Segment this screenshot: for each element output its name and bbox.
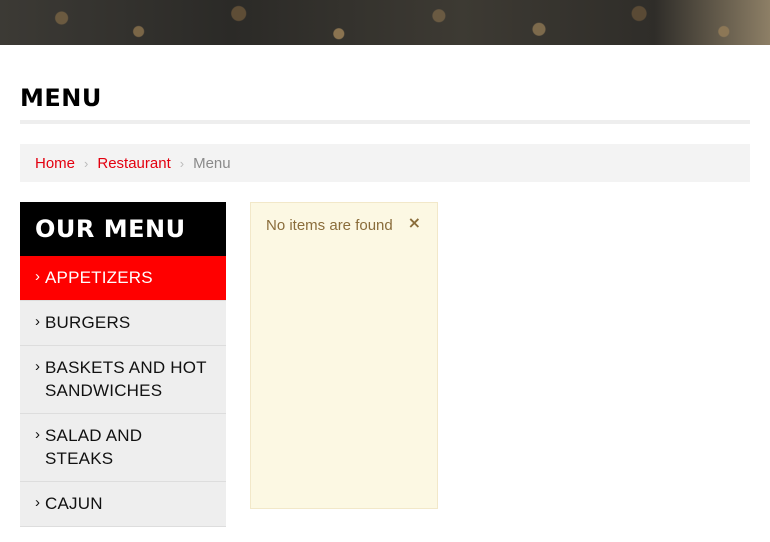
menu-item-cajun[interactable]: › CAJUN bbox=[20, 482, 226, 527]
sidebar-heading: OUR MENU bbox=[35, 215, 186, 243]
chevron-right-icon: › bbox=[35, 494, 40, 511]
menu-item-label: APPETIZERS bbox=[45, 268, 153, 287]
breadcrumb-home-link[interactable]: Home bbox=[35, 155, 75, 172]
menu-item-burgers[interactable]: › BURGERS bbox=[20, 301, 226, 346]
menu-item-baskets-and-hot-sandwiches[interactable]: › BASKETS AND HOT SANDWICHES bbox=[20, 346, 226, 414]
breadcrumb-restaurant-link[interactable]: Restaurant bbox=[97, 155, 170, 172]
menu-item-label: BASKETS AND HOT SANDWICHES bbox=[45, 358, 207, 400]
breadcrumb-current: Menu bbox=[193, 154, 231, 172]
menu-category-list: › APPETIZERS › BURGERS › BASKETS AND HOT… bbox=[20, 256, 226, 527]
menu-item-salad-and-steaks[interactable]: › SALAD AND STEAKS bbox=[20, 414, 226, 482]
sidebar-header: OUR MENU bbox=[20, 202, 226, 256]
alert-message: No items are found bbox=[266, 217, 393, 234]
menu-item-label: BURGERS bbox=[45, 313, 131, 332]
menu-sidebar: OUR MENU › APPETIZERS › BURGERS › BASKET… bbox=[20, 202, 226, 527]
menu-item-label: CAJUN bbox=[45, 494, 103, 513]
breadcrumb-separator: › bbox=[84, 155, 89, 171]
chevron-right-icon: › bbox=[35, 313, 40, 330]
chevron-right-icon: › bbox=[35, 268, 40, 285]
menu-item-label: SALAD AND STEAKS bbox=[45, 426, 143, 468]
page-title: MENU bbox=[20, 84, 102, 112]
header-banner-image bbox=[0, 0, 770, 45]
no-items-alert: No items are found × bbox=[250, 202, 438, 509]
menu-item-appetizers[interactable]: › APPETIZERS bbox=[20, 256, 226, 301]
breadcrumb: Home › Restaurant › Menu bbox=[20, 144, 750, 182]
breadcrumb-separator: › bbox=[179, 155, 185, 171]
chevron-right-icon: › bbox=[35, 358, 40, 375]
title-divider bbox=[20, 120, 750, 124]
close-icon[interactable]: × bbox=[408, 213, 421, 232]
chevron-right-icon: › bbox=[35, 426, 40, 443]
